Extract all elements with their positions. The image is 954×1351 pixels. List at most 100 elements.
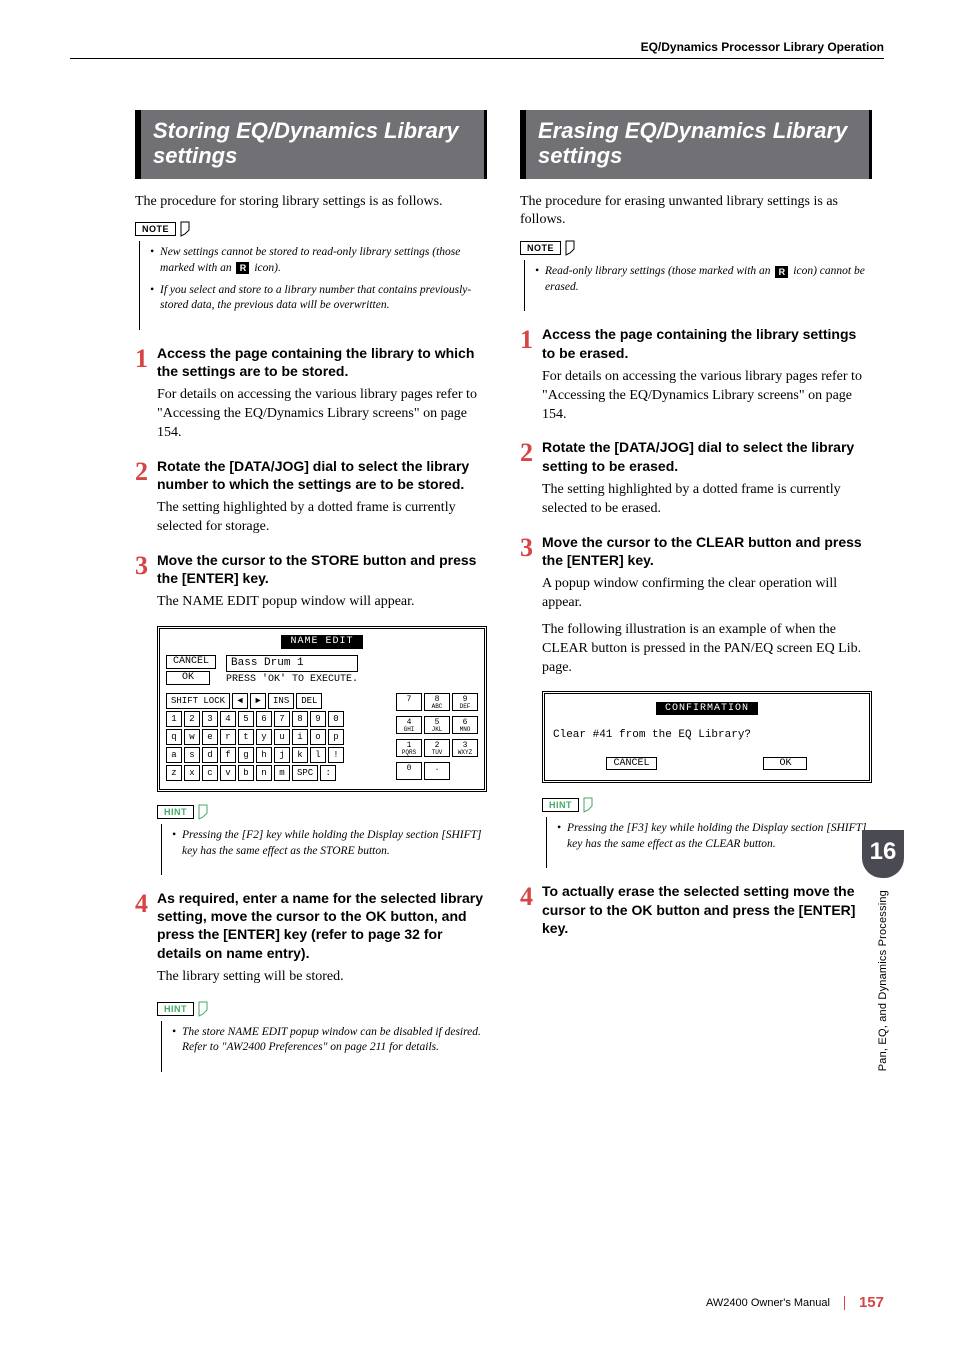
step-number: 3: [520, 533, 542, 569]
header-rule: [70, 58, 884, 59]
kb-key[interactable]: 8: [292, 711, 308, 727]
ok-button[interactable]: OK: [763, 757, 807, 770]
numpad-key[interactable]: 3WXYZ: [452, 739, 478, 757]
numpad-key[interactable]: 9DEF: [452, 693, 478, 711]
ok-button[interactable]: OK: [166, 671, 210, 685]
step-body: The library setting will be stored.: [157, 968, 487, 987]
kb-key[interactable]: s: [184, 747, 200, 763]
kb-key[interactable]: z: [166, 765, 182, 781]
kb-key[interactable]: n: [256, 765, 272, 781]
kb-key[interactable]: e: [202, 729, 218, 745]
screen-title: CONFIRMATION: [656, 702, 758, 715]
step: 2 Rotate the [DATA/JOG] dial to select t…: [520, 438, 872, 474]
kb-key[interactable]: 2: [184, 711, 200, 727]
note-item: •If you select and store to a library nu…: [150, 283, 487, 314]
r-icon: R: [236, 262, 249, 274]
kb-key[interactable]: r: [220, 729, 236, 745]
arrow-right-key[interactable]: ►: [250, 693, 266, 709]
kb-row-num: 1234567890: [166, 711, 386, 727]
kb-key[interactable]: g: [238, 747, 254, 763]
ins-key[interactable]: INS: [268, 693, 294, 709]
cancel-button[interactable]: CANCEL: [166, 655, 216, 669]
kb-key[interactable]: j: [274, 747, 290, 763]
kb-key[interactable]: w: [184, 729, 200, 745]
kb-key[interactable]: 5: [238, 711, 254, 727]
kb-key[interactable]: v: [220, 765, 236, 781]
note-item: • Read-only library settings (those mark…: [535, 264, 872, 295]
kb-row-z: zxcvbnmSPC:: [166, 765, 386, 781]
numpad-key[interactable]: 4GHI: [396, 716, 422, 734]
step-body: The setting highlighted by a dotted fram…: [157, 499, 487, 537]
del-key[interactable]: DEL: [296, 693, 322, 709]
hint-list: •Pressing the [F3] key while holding the…: [546, 817, 872, 868]
kb-key[interactable]: l: [310, 747, 326, 763]
note-tag: NOTE: [135, 221, 487, 237]
header-category: EQ/Dynamics Processor Library Operation: [641, 40, 884, 54]
kb-key[interactable]: 7: [274, 711, 290, 727]
kb-key[interactable]: k: [292, 747, 308, 763]
hint-list: •Pressing the [F2] key while holding the…: [161, 824, 487, 875]
hint-label: HINT: [157, 1002, 194, 1016]
numpad-key[interactable]: .: [424, 762, 450, 780]
kb-key[interactable]: o: [310, 729, 326, 745]
kb-key[interactable]: b: [238, 765, 254, 781]
confirmation-screen: CONFIRMATION Clear #41 from the EQ Libra…: [542, 691, 872, 783]
hint-tag: HINT: [542, 797, 872, 813]
numpad-key[interactable]: 1PQRS: [396, 739, 422, 757]
chapter-number: 16: [862, 830, 904, 878]
numpad-key[interactable]: 5JKL: [424, 716, 450, 734]
hint-list: •The store NAME EDIT popup window can be…: [161, 1021, 487, 1072]
numpad-key[interactable]: 8ABC: [424, 693, 450, 711]
numpad-key[interactable]: 6MNO: [452, 716, 478, 734]
kb-key[interactable]: 6: [256, 711, 272, 727]
kb-key[interactable]: d: [202, 747, 218, 763]
hint-label: HINT: [157, 805, 194, 819]
page-number: 157: [859, 1294, 884, 1311]
kb-key[interactable]: a: [166, 747, 182, 763]
step-body-extra: The following illustration is an example…: [542, 621, 872, 678]
kb-key[interactable]: 9: [310, 711, 326, 727]
kb-key[interactable]: p: [328, 729, 344, 745]
kb-key[interactable]: i: [292, 729, 308, 745]
step-body: The NAME EDIT popup window will appear.: [157, 593, 487, 612]
note-label: NOTE: [135, 222, 176, 236]
erasing-heading: Erasing EQ/Dynamics Library settings: [520, 110, 872, 179]
cancel-button[interactable]: CANCEL: [606, 757, 656, 770]
kb-key[interactable]: 4: [220, 711, 236, 727]
numpad-key[interactable]: 2TUV: [424, 739, 450, 757]
kb-key[interactable]: x: [184, 765, 200, 781]
kb-key[interactable]: 3: [202, 711, 218, 727]
kb-key[interactable]: q: [166, 729, 182, 745]
footer-divider: [844, 1296, 845, 1310]
arrow-left-key[interactable]: ◄: [232, 693, 248, 709]
left-column: Storing EQ/Dynamics Library settings The…: [135, 110, 487, 1086]
kb-key[interactable]: y: [256, 729, 272, 745]
numpad-key[interactable]: 7: [396, 693, 422, 711]
step: 1 Access the page containing the library…: [520, 325, 872, 361]
kb-key[interactable]: t: [238, 729, 254, 745]
numpad-key[interactable]: 0: [396, 762, 422, 780]
kb-key[interactable]: f: [220, 747, 236, 763]
kb-key[interactable]: :: [320, 765, 336, 781]
step-number: 2: [520, 438, 542, 474]
note-tag: NOTE: [520, 240, 872, 256]
step-title: Move the cursor to the STORE button and …: [157, 551, 487, 587]
step-body: For details on accessing the various lib…: [157, 386, 487, 443]
note-label: NOTE: [520, 241, 561, 255]
step-title: To actually erase the selected setting m…: [542, 882, 872, 937]
kb-key[interactable]: u: [274, 729, 290, 745]
kb-key[interactable]: 0: [328, 711, 344, 727]
step-number: 3: [135, 551, 157, 587]
step-title: As required, enter a name for the select…: [157, 889, 487, 962]
shift-lock-key[interactable]: SHIFT LOCK: [166, 693, 230, 709]
kb-key[interactable]: !: [328, 747, 344, 763]
kb-row-a: asdfghjkl!: [166, 747, 386, 763]
kb-key[interactable]: 1: [166, 711, 182, 727]
name-field[interactable]: Bass Drum 1: [226, 655, 358, 672]
step-title: Access the page containing the library t…: [157, 344, 487, 380]
kb-key[interactable]: m: [274, 765, 290, 781]
instruction-text: PRESS 'OK' TO EXECUTE.: [226, 674, 358, 686]
kb-key[interactable]: c: [202, 765, 218, 781]
spc-key[interactable]: SPC: [292, 765, 318, 781]
kb-key[interactable]: h: [256, 747, 272, 763]
